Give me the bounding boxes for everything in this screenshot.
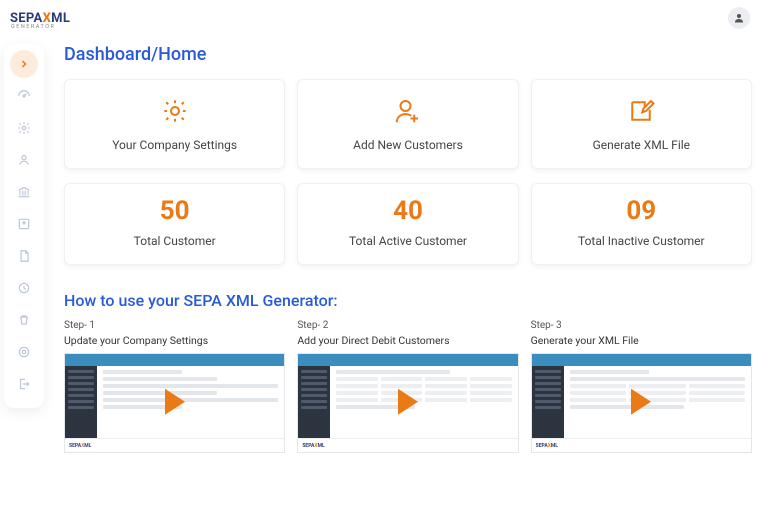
trash-icon <box>17 313 31 327</box>
stat-value: 09 <box>540 196 743 226</box>
sidebar-item-settings[interactable] <box>10 114 38 142</box>
sidebar-item-preferences[interactable] <box>10 338 38 366</box>
sidebar-item-dashboard[interactable] <box>10 82 38 110</box>
stat-value: 50 <box>73 196 276 226</box>
user-plus-icon <box>306 94 509 128</box>
bank-icon <box>17 185 31 199</box>
main-content: Dashboard/Home Your Company Settings Add… <box>64 44 752 453</box>
step-2: Step- 2 Add your Direct Debit Customers … <box>297 320 518 453</box>
stats-cards: 50 Total Customer 40 Total Active Custom… <box>64 183 752 265</box>
howto-steps: Step- 1 Update your Company Settings SEP… <box>64 320 752 453</box>
card-label: Generate XML File <box>540 138 743 152</box>
play-icon <box>398 389 418 415</box>
topbar: SEPAXML GENERATOR <box>0 0 768 36</box>
sidebar <box>4 44 44 408</box>
step-1: Step- 1 Update your Company Settings SEP… <box>64 320 285 453</box>
file-icon <box>17 249 31 263</box>
card-company-settings[interactable]: Your Company Settings <box>64 79 285 169</box>
play-icon <box>631 389 651 415</box>
step-number: Step- 2 <box>297 320 518 331</box>
clock-icon <box>17 281 31 295</box>
card-add-customers[interactable]: Add New Customers <box>297 79 518 169</box>
export-icon <box>17 217 31 231</box>
sidebar-item-export[interactable] <box>10 210 38 238</box>
card-label: Add New Customers <box>306 138 509 152</box>
howto-heading: How to use your SEPA XML Generator: <box>64 291 752 310</box>
gauge-icon <box>17 89 31 103</box>
step-label: Update your Company Settings <box>64 334 285 347</box>
cog-icon <box>17 345 31 359</box>
stat-label: Total Customer <box>73 234 276 248</box>
file-edit-icon <box>540 94 743 128</box>
step-label: Add your Direct Debit Customers <box>297 334 518 347</box>
user-icon <box>17 153 31 167</box>
step-1-video-thumb[interactable]: SEPAXML <box>64 353 285 453</box>
card-label: Your Company Settings <box>73 138 276 152</box>
sidebar-toggle[interactable] <box>10 50 38 78</box>
stat-label: Total Inactive Customer <box>540 234 743 248</box>
stat-total-customer: 50 Total Customer <box>64 183 285 265</box>
stat-label: Total Active Customer <box>306 234 509 248</box>
sidebar-item-bank[interactable] <box>10 178 38 206</box>
settings-gear-icon <box>73 94 276 128</box>
step-3: Step- 3 Generate your XML File SEPAXML <box>531 320 752 453</box>
user-icon <box>733 12 745 24</box>
sidebar-item-logout[interactable] <box>10 370 38 398</box>
chevron-right-icon <box>18 58 30 70</box>
sidebar-item-customers[interactable] <box>10 146 38 174</box>
user-avatar[interactable] <box>728 7 750 29</box>
card-generate-xml[interactable]: Generate XML File <box>531 79 752 169</box>
stat-inactive-customer: 09 Total Inactive Customer <box>531 183 752 265</box>
play-icon <box>165 389 185 415</box>
gear-icon <box>17 121 31 135</box>
page-title: Dashboard/Home <box>64 44 752 65</box>
stat-value: 40 <box>306 196 509 226</box>
step-3-video-thumb[interactable]: SEPAXML <box>531 353 752 453</box>
step-label: Generate your XML File <box>531 334 752 347</box>
step-number: Step- 3 <box>531 320 752 331</box>
sidebar-item-files[interactable] <box>10 242 38 270</box>
logo[interactable]: SEPAXML GENERATOR <box>10 7 70 30</box>
step-2-video-thumb[interactable]: SEPAXML <box>297 353 518 453</box>
logout-icon <box>17 377 31 391</box>
sidebar-item-trash[interactable] <box>10 306 38 334</box>
action-cards: Your Company Settings Add New Customers … <box>64 79 752 169</box>
stat-active-customer: 40 Total Active Customer <box>297 183 518 265</box>
sidebar-item-pending[interactable] <box>10 274 38 302</box>
step-number: Step- 1 <box>64 320 285 331</box>
